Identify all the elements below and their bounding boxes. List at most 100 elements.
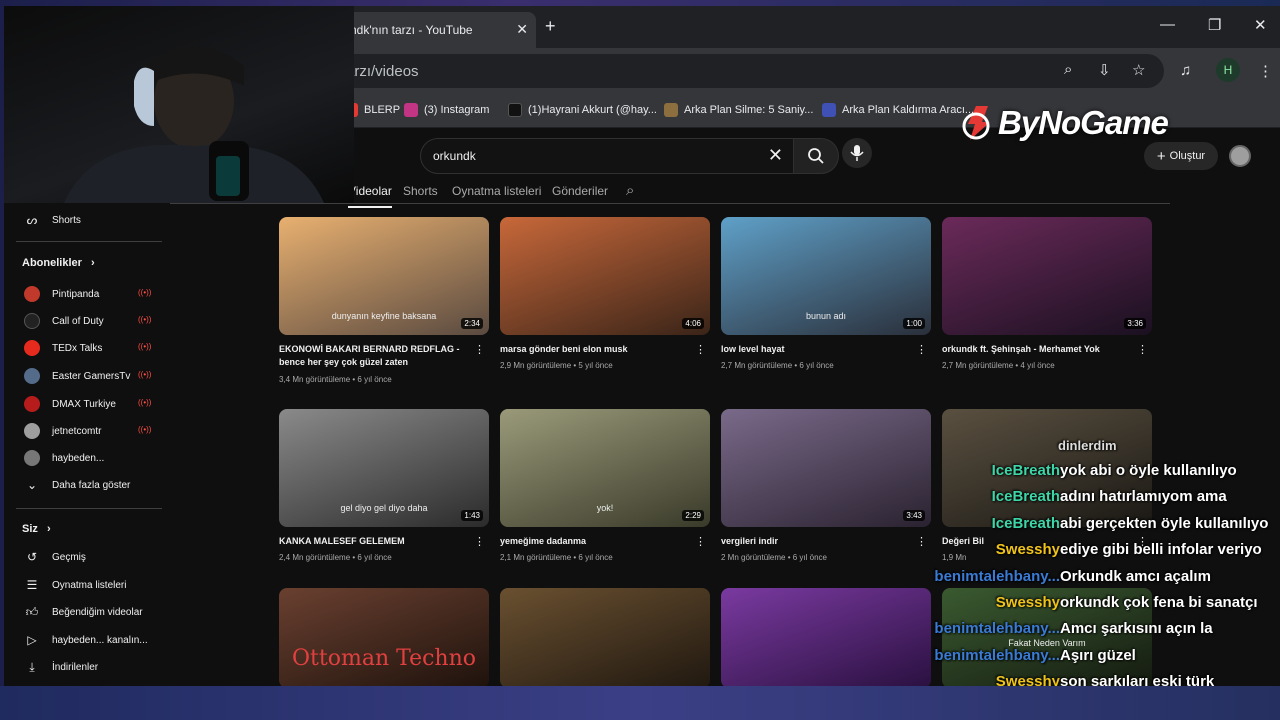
sidebar-item-history[interactable]: ↺ Geçmiş — [24, 550, 86, 564]
channel-search-icon[interactable]: ⌕ — [626, 182, 634, 199]
sidebar-item-playlists[interactable]: ☰ Oynatma listeleri — [24, 578, 127, 592]
sidebar-item-your-channel[interactable]: ▷ haybeden... kanalın... — [24, 633, 147, 647]
search-button[interactable] — [793, 138, 839, 174]
voice-search-button[interactable] — [842, 138, 872, 168]
video-title[interactable]: vergileri indir — [721, 535, 911, 548]
bookmark-item[interactable]: Arka Plan Kaldırma Aracı... — [822, 103, 974, 117]
video-card[interactable] — [500, 588, 710, 686]
chat-username: IceBreath — [991, 488, 1060, 506]
profile-avatar[interactable]: H — [1216, 58, 1240, 82]
video-duration: 4:06 — [682, 318, 704, 329]
chat-username: IceBreath — [991, 462, 1060, 479]
video-thumbnail[interactable] — [500, 588, 710, 686]
sidebar-item-downloads[interactable]: ⤓ İndirilenler — [24, 660, 98, 675]
new-tab-icon[interactable]: + — [545, 16, 556, 37]
sidebar-divider — [16, 241, 162, 242]
subscriptions-header[interactable]: Abonelikler › — [22, 257, 95, 269]
video-thumbnail[interactable] — [721, 588, 931, 686]
bookmark-item[interactable]: Arka Plan Silme: 5 Saniy... — [664, 103, 813, 117]
stream-frame: ndk'nın tarzı - YouTube ✕ + — ❐ ✕ arzı/v… — [0, 0, 1280, 720]
create-button[interactable]: + Oluştur — [1144, 142, 1218, 170]
zoom-icon[interactable]: ⌕ — [1064, 61, 1072, 78]
install-app-icon[interactable]: ⇩ — [1098, 61, 1111, 79]
sidebar-item-subscription[interactable]: DMAX Turkiye — [24, 396, 116, 412]
close-tab-icon[interactable]: ✕ — [516, 21, 528, 38]
video-title[interactable]: KANKA MALESEF GELEMEM — [279, 535, 469, 548]
video-menu-icon[interactable]: ⋮ — [474, 535, 485, 548]
browser-tab[interactable]: ndk'nın tarzı - YouTube ✕ — [340, 12, 536, 48]
chevron-right-icon: › — [46, 523, 51, 535]
bynogame-logo: ByNoGame — [962, 104, 1169, 142]
bookmark-item[interactable]: (1)Hayrani Akkurt (@hay... — [508, 103, 657, 117]
video-card[interactable]: gel diyo gel diyo daha 1:43 KANKA MALESEF … — [279, 409, 489, 579]
sidebar-item-liked[interactable]: 👍︎ Beğendiğim videolar — [24, 605, 143, 620]
sidebar-item-subscription[interactable]: TEDx Talks — [24, 340, 102, 356]
instagram-icon — [404, 103, 418, 117]
video-menu-icon[interactable]: ⋮ — [474, 343, 485, 356]
restore-icon[interactable]: ❐ — [1208, 16, 1221, 34]
video-card[interactable]: bunun adı 1:00 low level hayat 2,7 Mn görün… — [721, 217, 931, 387]
video-thumbnail[interactable]: 3:36 — [942, 217, 1152, 335]
video-thumbnail[interactable]: Ottoman Techno — [279, 588, 489, 686]
video-menu-icon[interactable]: ⋮ — [695, 535, 706, 548]
chevron-right-icon: › — [90, 257, 95, 269]
sidebar-item-subscription[interactable]: Call of Duty — [24, 313, 104, 329]
live-icon: ((•)) — [138, 342, 152, 351]
video-card[interactable]: dunyanın keyfine baksana 2:34 EKONOWİ BAKA… — [279, 217, 489, 387]
video-meta: 2,4 Mn görüntüleme • 6 yıl önce — [279, 553, 392, 562]
video-title[interactable]: yemeğime dadanma — [500, 535, 690, 548]
show-more-button[interactable]: ⌄ Daha fazla göster — [24, 478, 130, 492]
channel-avatar — [24, 396, 40, 412]
thumbnail-caption: yok! — [596, 503, 614, 513]
tab-shorts[interactable]: Shorts — [403, 184, 438, 198]
bookmark-star-icon[interactable]: ☆ — [1132, 61, 1145, 79]
video-card[interactable]: 3:36 orkundk ft. Şehinşah - Merhamet Yok 2… — [942, 217, 1152, 387]
video-menu-icon[interactable]: ⋮ — [695, 343, 706, 356]
video-title[interactable]: marsa gönder beni elon musk — [500, 343, 690, 356]
video-thumbnail[interactable]: bunun adı 1:00 — [721, 217, 931, 335]
thumbnail-caption: Ottoman Techno — [292, 646, 476, 671]
video-card[interactable]: 3:43 vergileri indir 2 Mn görüntüleme • 6 … — [721, 409, 931, 579]
channel-avatar — [24, 313, 40, 329]
omnibox[interactable]: arzı/videos ⌕ ⇩ ☆ — [334, 54, 1164, 88]
minimize-icon[interactable]: — — [1160, 16, 1175, 33]
sidebar-item-subscription[interactable]: Easter GamersTv — [24, 368, 130, 384]
video-card[interactable] — [721, 588, 931, 686]
youtube-avatar[interactable] — [1229, 145, 1251, 167]
live-icon: ((•)) — [138, 288, 152, 297]
video-card[interactable]: 4:06 marsa gönder beni elon musk 2,9 Mn gö… — [500, 217, 710, 387]
video-menu-icon[interactable]: ⋮ — [916, 343, 927, 356]
video-thumbnail[interactable]: 3:43 — [721, 409, 931, 527]
sidebar-item-shorts[interactable]: ᔕ Shorts — [24, 213, 81, 227]
live-icon: ((•)) — [138, 425, 152, 434]
thumbnail-caption: gel diyo gel diyo daha — [340, 503, 428, 513]
tab-posts[interactable]: Gönderiler — [552, 184, 608, 198]
you-header[interactable]: Siz › — [22, 523, 51, 535]
tab-videos[interactable]: Videolar — [348, 184, 392, 208]
sidebar-item-subscription[interactable]: Pintipanda — [24, 286, 99, 302]
video-thumbnail[interactable]: yok! 2:29 — [500, 409, 710, 527]
video-thumbnail[interactable]: gel diyo gel diyo daha 1:43 — [279, 409, 489, 527]
clear-search-icon[interactable]: ✕ — [768, 145, 783, 166]
video-thumbnail[interactable]: 4:06 — [500, 217, 710, 335]
url-text[interactable]: arzı/videos — [346, 63, 419, 80]
video-title[interactable]: orkundk ft. Şehinşah - Merhamet Yok — [942, 343, 1132, 356]
video-card[interactable]: Ottoman Techno — [279, 588, 489, 686]
tab-playlists[interactable]: Oynatma listeleri — [452, 184, 541, 198]
video-card[interactable]: yok! 2:29 yemeğime dadanma 2,1 Mn görüntüle… — [500, 409, 710, 579]
video-thumbnail[interactable]: dunyanın keyfine baksana 2:34 — [279, 217, 489, 335]
chat-username: IceBreath — [991, 514, 1060, 532]
webcam-overlay — [4, 6, 354, 203]
video-menu-icon[interactable]: ⋮ — [1137, 343, 1148, 356]
chat-message: ediye gibi belli infolar veriyo — [1060, 541, 1262, 559]
tiktok-icon — [508, 103, 522, 117]
bookmark-item[interactable]: (3) Instagram — [404, 103, 489, 117]
video-title[interactable]: EKONOWİ BAKARI BERNARD REDFLAG - bence h… — [279, 343, 469, 369]
search-input[interactable]: orkundk ✕ — [420, 138, 794, 174]
menu-kebab-icon[interactable]: ⋮ — [1258, 62, 1273, 80]
video-title[interactable]: low level hayat — [721, 343, 911, 356]
sidebar-item-subscription[interactable]: jetnetcomtr — [24, 423, 101, 439]
close-window-icon[interactable]: ✕ — [1254, 16, 1267, 34]
media-control-icon[interactable]: ♫ — [1180, 62, 1191, 79]
sidebar-item-subscription[interactable]: haybeden... — [24, 450, 104, 466]
